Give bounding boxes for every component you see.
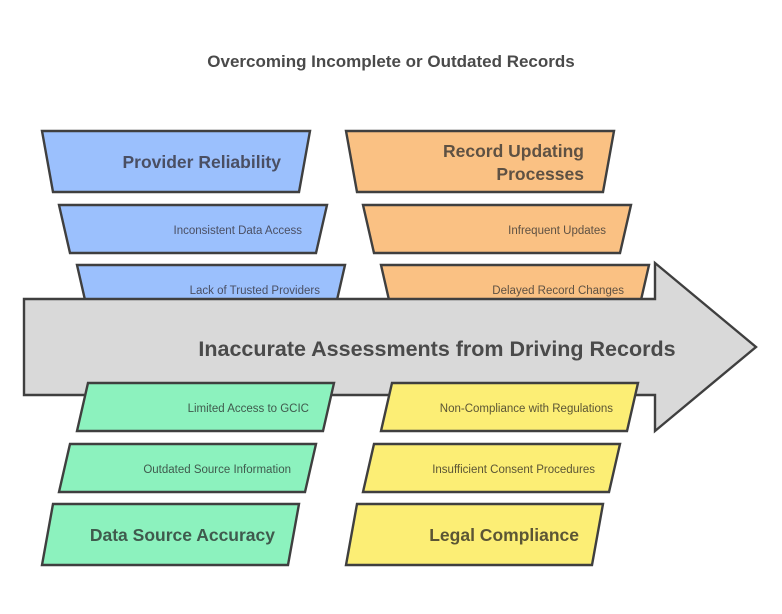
category-label-legal-compliance: Legal Compliance — [429, 525, 579, 545]
cause-label-delayed-record-changes: Delayed Record Changes — [492, 285, 624, 297]
spine-label: Inaccurate Assessments from Driving Reco… — [198, 337, 675, 361]
diagram-canvas: Overcoming Incomplete or Outdated Record… — [0, 0, 782, 614]
branch-provider-reliability: Provider Reliability Inconsistent Data A… — [40, 129, 347, 315]
cause-label-outdated-source-information: Outdated Source Information — [143, 464, 291, 476]
category-label-provider-reliability: Provider Reliability — [122, 152, 281, 172]
branch-record-updating-processes: Record Updating Processes Infrequent Upd… — [344, 129, 651, 315]
cause-label-lack-of-trusted-providers: Lack of Trusted Providers — [190, 285, 321, 297]
page-title: Overcoming Incomplete or Outdated Record… — [207, 52, 574, 71]
category-label-record-updating-processes-line2: Processes — [496, 164, 584, 184]
category-label-data-source-accuracy: Data Source Accuracy — [90, 525, 275, 545]
cause-label-limited-access-to-gcic: Limited Access to GCIC — [188, 403, 309, 415]
branch-legal-compliance: Non-Compliance with Regulations Insuffic… — [344, 381, 640, 567]
fishbone-diagram: Overcoming Incomplete or Outdated Record… — [22, 52, 758, 567]
cause-label-inconsistent-data-access: Inconsistent Data Access — [174, 225, 303, 237]
category-label-record-updating-processes-line1: Record Updating — [443, 141, 584, 161]
cause-label-non-compliance-with-regulations: Non-Compliance with Regulations — [440, 403, 613, 415]
branch-data-source-accuracy: Limited Access to GCIC Outdated Source I… — [40, 381, 336, 567]
cause-label-infrequent-updates: Infrequent Updates — [508, 225, 606, 237]
cause-label-insufficient-consent-procedures: Insufficient Consent Procedures — [432, 464, 595, 476]
